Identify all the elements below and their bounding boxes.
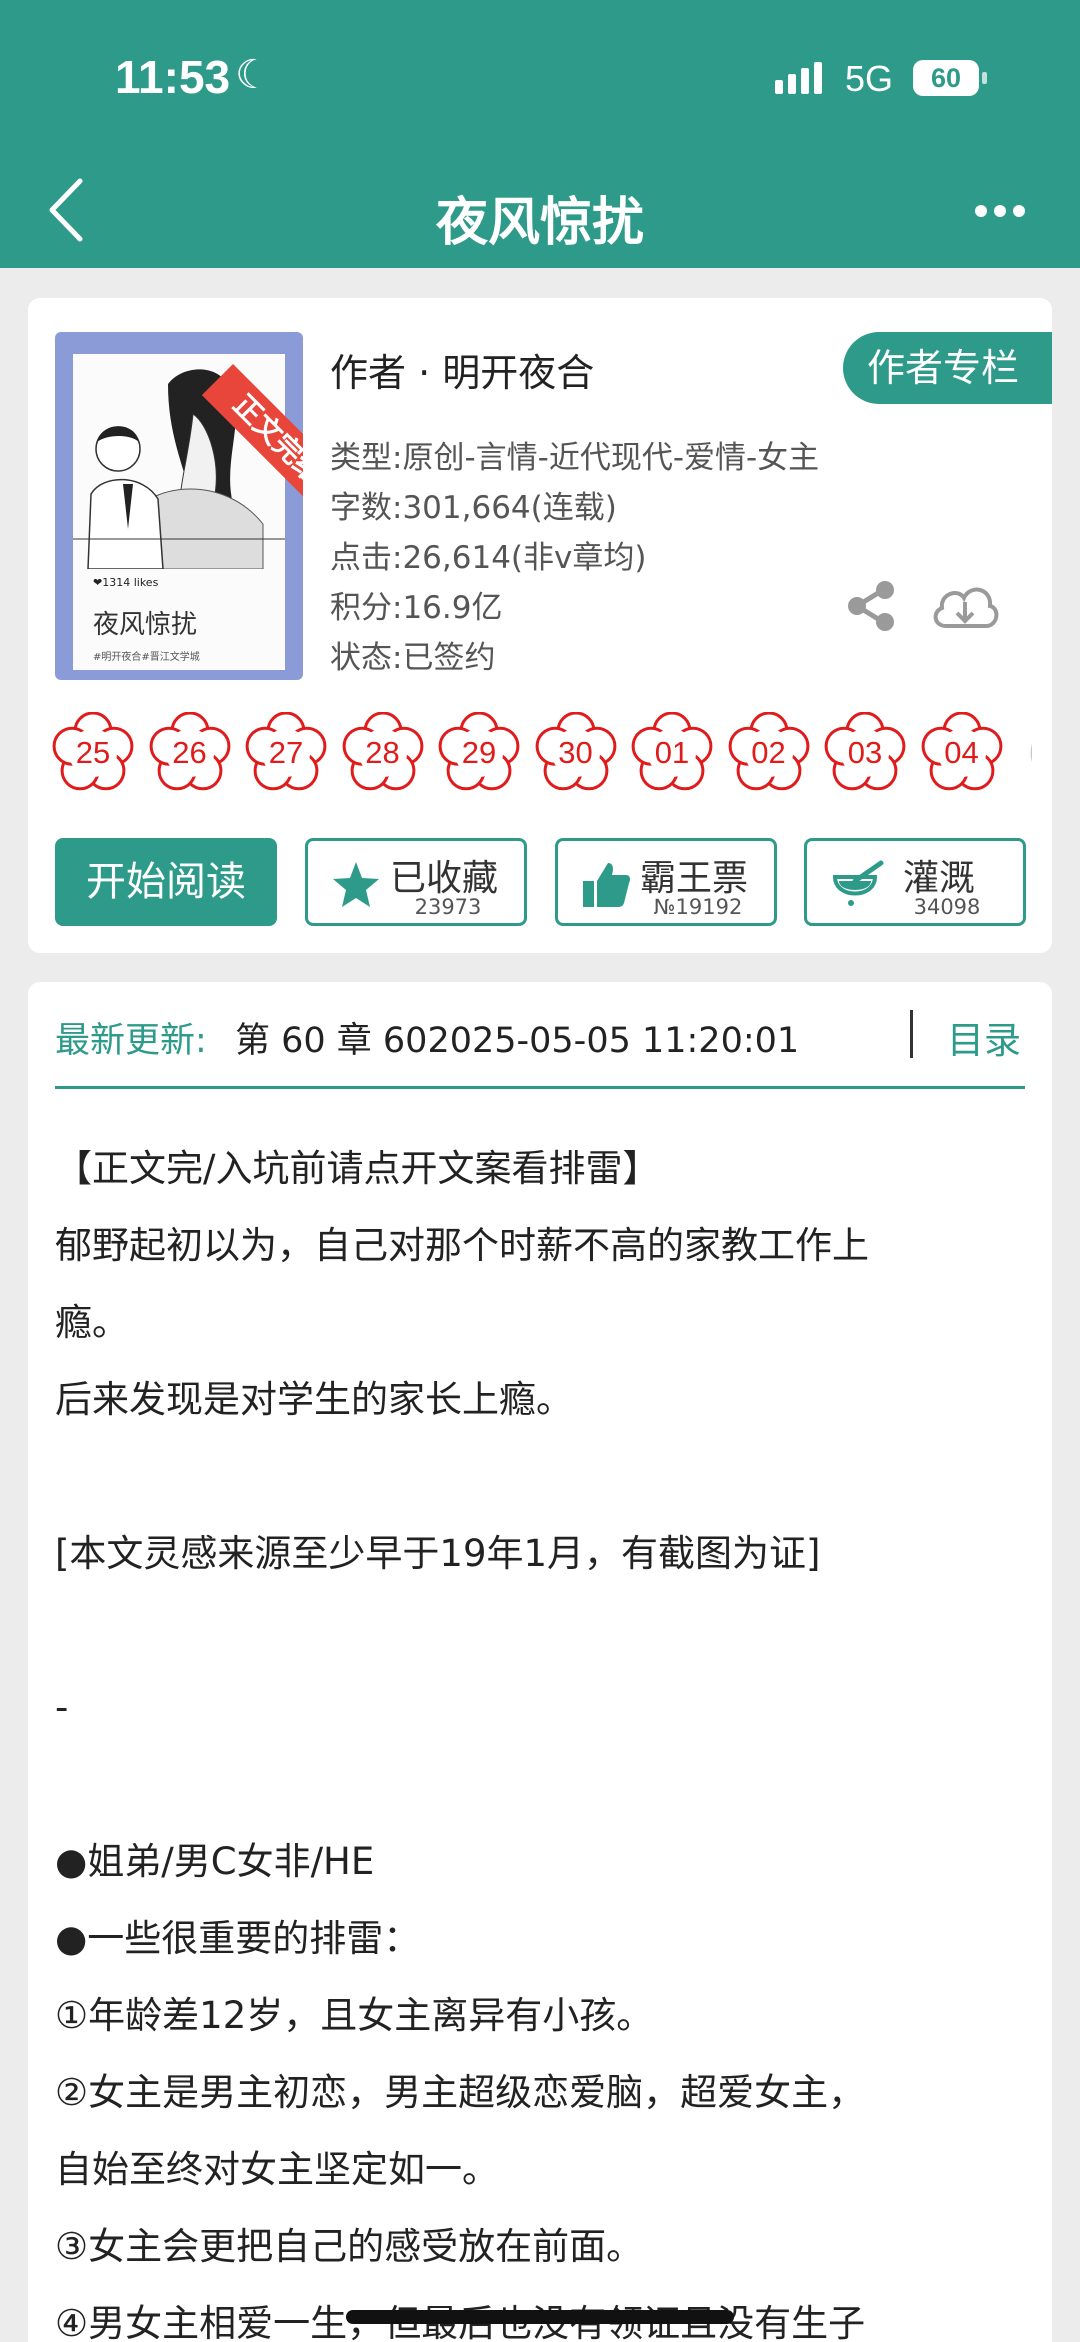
date-flower[interactable]: 26	[149, 712, 231, 794]
share-icon[interactable]	[843, 578, 899, 634]
home-indicator[interactable]	[346, 2310, 734, 2324]
download-icon[interactable]	[930, 578, 1000, 634]
latest-update-label: 最新更新:	[55, 1021, 207, 1061]
synopsis-line: ●一些很重要的排雷：	[55, 1917, 421, 1960]
latest-chapter-link[interactable]: 第 60 章 602025-05-05 11:20:01	[235, 1012, 799, 1063]
date-flower[interactable]: 27	[245, 712, 327, 794]
page-title: 夜风惊扰	[435, 193, 644, 253]
moon-icon: ☾	[235, 52, 271, 98]
cover-likes: ❤1314 likes	[93, 576, 159, 589]
synopsis-line: ③女主会更把自己的感受放在前面。	[55, 2225, 644, 2268]
synopsis-line: [本文灵感来源至少早于19年1月，有截图为证]	[55, 1532, 821, 1575]
date-flower[interactable]: 29	[438, 712, 520, 794]
date-flower[interactable]: 03	[824, 712, 906, 794]
irrigate-count: 34098	[913, 895, 981, 919]
date-flower[interactable]: 25	[52, 712, 134, 794]
start-reading-button[interactable]: 开始阅读	[55, 838, 277, 926]
synopsis-line	[55, 1438, 1030, 1515]
synopsis-line: ②女主是男主初恋，男主超级恋爱脑，超爱女主，	[55, 2071, 866, 2114]
meta-genre: 类型:原创-言情-近代现代-爱情-女主	[330, 440, 820, 476]
irrigate-label: 灌溉	[903, 858, 976, 899]
ticket-count: №19192	[653, 895, 743, 919]
date-flower[interactable]: 01	[631, 712, 713, 794]
date-number: 25	[75, 735, 111, 770]
cover-title: 夜风惊扰	[93, 610, 198, 640]
synopsis-line	[55, 1746, 1030, 1823]
battery-icon: 60	[913, 60, 987, 96]
synopsis: 【正文完/入坑前请点开文案看排雷】郁野起初以为，自己对那个时薪不高的家教工作上瘾…	[55, 1130, 1030, 2342]
meta-score: 积分:16.9亿	[330, 590, 503, 626]
divider	[910, 1010, 913, 1058]
date-flower[interactable]: 30	[535, 712, 617, 794]
synopsis-line	[55, 1592, 1030, 1669]
network-type: 5G	[845, 58, 894, 99]
date-flower[interactable]: 02	[728, 712, 810, 794]
ticket-button[interactable]: 霸王票 №19192	[555, 838, 777, 926]
star-icon	[333, 862, 379, 907]
date-number: 04	[944, 735, 979, 770]
signal-icon	[775, 62, 822, 94]
favorite-count: 23973	[414, 895, 482, 919]
date-number: 01	[654, 735, 690, 770]
date-number: 28	[365, 735, 400, 770]
more-icon[interactable]	[975, 205, 1025, 219]
synopsis-line: -	[55, 1686, 69, 1729]
cover-image: 正文完结 ❤1314 likes 夜风惊扰 #明开夜合#晋江文学城	[73, 354, 303, 670]
date-number: 29	[461, 735, 497, 770]
toc-button[interactable]: 目录	[947, 1010, 1021, 1064]
update-calendar: 25 26 27 28 29 30 01 02 03 04	[52, 712, 1032, 800]
author-name[interactable]: 作者 · 明开夜合	[330, 342, 594, 397]
favorite-label: 已收藏	[390, 858, 499, 899]
nav-bar: 夜风惊扰	[0, 150, 1080, 268]
status-time: 11:53	[115, 51, 231, 103]
synopsis-line: 瘾。	[55, 1301, 129, 1344]
synopsis-line: 【正文完/入坑前请点开文案看排雷】	[55, 1147, 660, 1190]
meta-status: 状态:已签约	[330, 640, 496, 676]
synopsis-line: 自始至终对女主坚定如一。	[55, 2148, 499, 2191]
date-number: 26	[172, 735, 207, 770]
date-flower[interactable]: 28	[342, 712, 424, 794]
favorite-button[interactable]: 已收藏 23973	[305, 838, 527, 926]
update-underline	[55, 1086, 1025, 1089]
synopsis-line: 郁野起初以为，自己对那个时薪不高的家教工作上	[55, 1224, 869, 1267]
date-number: 30	[558, 735, 593, 770]
ticket-label: 霸王票	[640, 858, 749, 899]
book-cover[interactable]: 正文完结 ❤1314 likes 夜风惊扰 #明开夜合#晋江文学城	[55, 332, 303, 680]
thumbs-up-icon	[583, 863, 630, 907]
status-bar: 11:53 ☾ 5G 60	[0, 0, 1080, 150]
irrigate-button[interactable]: 灌溉 34098	[804, 838, 1026, 926]
date-number: 03	[847, 735, 883, 770]
meta-clicks: 点击:26,614(非v章均)	[330, 540, 647, 576]
date-number: 27	[268, 735, 304, 770]
synopsis-line: 后来发现是对学生的家长上瘾。	[55, 1378, 573, 1421]
synopsis-line: ①年龄差12岁，且女主离异有小孩。	[55, 1994, 654, 2037]
meta-word-count: 字数:301,664(连载)	[330, 490, 617, 526]
author-column-button[interactable]: 作者专栏	[843, 332, 1052, 404]
date-flower[interactable]: 04	[921, 712, 1003, 794]
cover-tags: #明开夜合#晋江文学城	[93, 652, 200, 663]
synopsis-line: ●姐弟/男C女非/HE	[55, 1840, 375, 1883]
date-number: 02	[751, 735, 786, 770]
date-flower-partial	[1017, 712, 1032, 794]
